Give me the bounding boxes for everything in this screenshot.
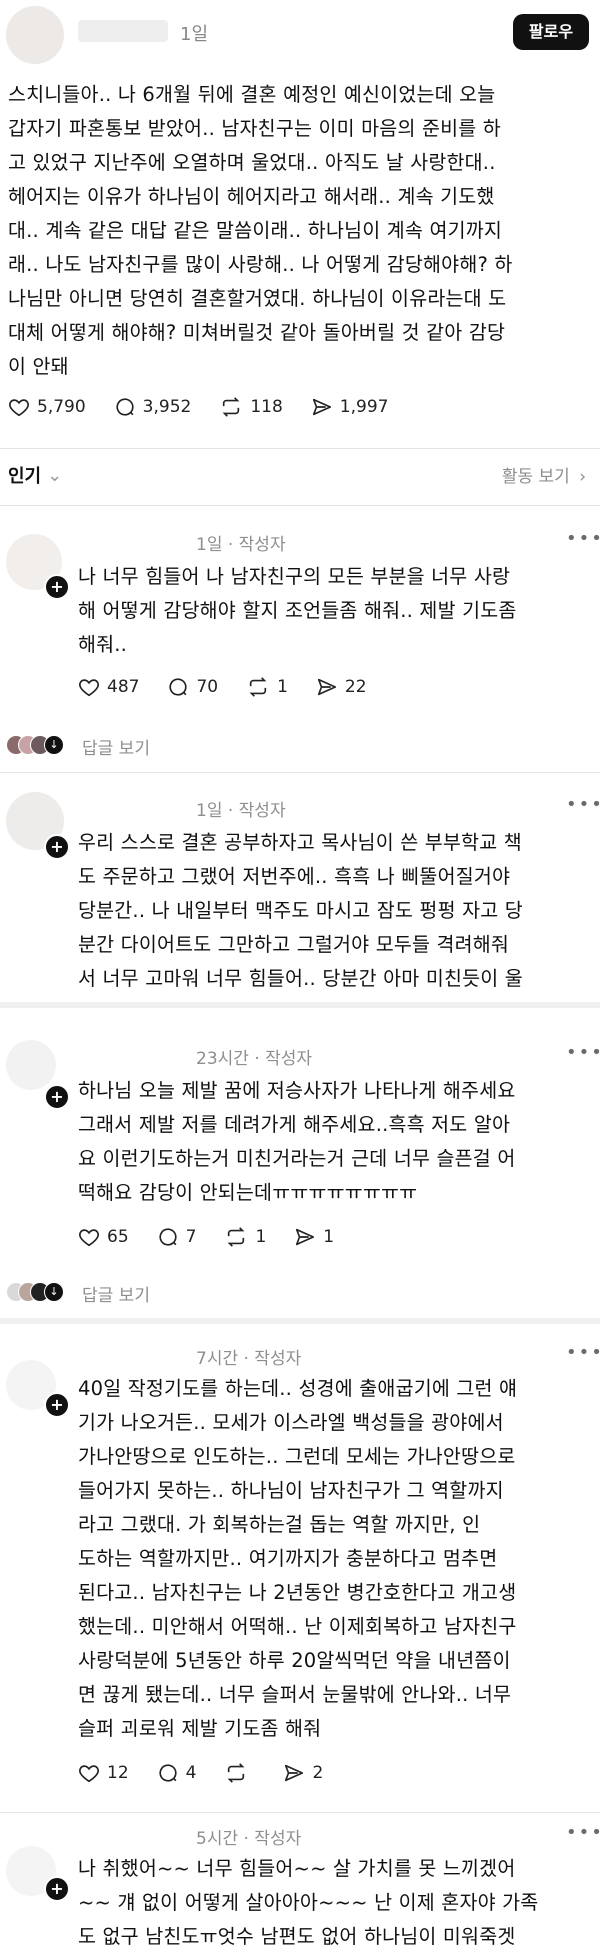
repost-count: 1 xyxy=(255,1227,267,1247)
repost-button[interactable]: 1 xyxy=(224,1226,266,1248)
plus-icon[interactable]: + xyxy=(44,1392,70,1418)
repost-button[interactable] xyxy=(224,1762,255,1784)
share-button[interactable]: 22 xyxy=(316,676,367,698)
like-button[interactable]: 65 xyxy=(78,1226,129,1248)
share-count: 22 xyxy=(344,677,367,697)
comment-button[interactable]: 70 xyxy=(167,676,218,698)
reply-text: 나 너무 힘들어 나 남자친구의 모든 부분을 너무 사랑 해 어떻게 감당해야… xyxy=(78,565,517,656)
author-name-redacted xyxy=(78,20,168,42)
share-count: 1 xyxy=(323,1227,335,1247)
view-replies-link[interactable]: 답글 보기 xyxy=(82,1281,150,1306)
heart-icon xyxy=(79,1229,99,1247)
divider xyxy=(0,1002,600,1008)
speech-bubble-icon xyxy=(169,678,188,696)
like-button[interactable]: 487 xyxy=(78,676,139,698)
share-count: 2 xyxy=(312,1763,324,1783)
reply-time: 1일 · 작성자 xyxy=(196,535,286,555)
view-replies-link[interactable]: 답글 보기 xyxy=(82,734,150,759)
sort-label: 인기 xyxy=(8,466,42,487)
like-button[interactable]: 5,790 xyxy=(8,396,86,418)
chevron-right-icon: › xyxy=(579,467,586,487)
reply-text: 40일 작정기도를 하는데.. 성경에 출애굽기에 그런 얘 기가 나오거든..… xyxy=(78,1377,518,1740)
reply-time: 5시간 · 작성자 xyxy=(196,1829,302,1849)
reply-actions: 487 70 1 22 xyxy=(78,676,395,698)
divider xyxy=(0,1318,600,1324)
activity-label: 활동 보기 xyxy=(501,467,570,487)
more-dots-icon[interactable]: ••• xyxy=(566,1822,600,1843)
divider xyxy=(0,448,600,449)
speech-bubble-icon xyxy=(159,1228,177,1246)
more-dots-icon[interactable]: ••• xyxy=(566,528,600,549)
reply-time: 7시간 · 작성자 xyxy=(196,1349,302,1369)
chevron-down-icon: ↓ xyxy=(44,1282,64,1302)
repost-arrows-icon xyxy=(228,1227,245,1247)
author-avatar[interactable] xyxy=(6,6,64,64)
reply-time: 1일 · 작성자 xyxy=(196,801,286,821)
more-dots-icon[interactable]: ••• xyxy=(566,1042,600,1063)
heart-icon xyxy=(9,399,29,417)
plus-icon[interactable]: + xyxy=(44,1084,70,1110)
divider xyxy=(0,505,600,506)
plus-icon[interactable]: + xyxy=(44,1876,70,1902)
send-arrow-icon xyxy=(296,1228,315,1246)
post-text: 스치니들아.. 나 6개월 뒤에 결혼 예정인 예신이었는데 오늘 갑자기 파혼… xyxy=(8,83,513,378)
like-count: 65 xyxy=(107,1227,129,1247)
like-button[interactable]: 12 xyxy=(78,1762,129,1784)
reply-text: 하나님 오늘 제발 꿈에 저승사자가 나타나게 해주세요 그래서 제발 저를 데… xyxy=(78,1079,516,1204)
activity-link[interactable]: 활동 보기 › xyxy=(502,462,586,487)
speech-bubble-icon xyxy=(116,398,134,416)
share-button[interactable]: 1 xyxy=(294,1226,334,1248)
repost-arrows-icon xyxy=(249,677,267,697)
post-time: 1일 xyxy=(180,24,209,45)
reply-time: 23시간 · 작성자 xyxy=(196,1049,313,1069)
comment-button[interactable]: 7 xyxy=(157,1226,197,1248)
reply-actions: 65 7 1 1 xyxy=(78,1226,362,1248)
send-arrow-icon xyxy=(312,398,331,416)
repost-count: 1 xyxy=(277,677,288,697)
more-dots-icon[interactable]: ••• xyxy=(566,1342,600,1363)
share-button[interactable]: 1,997 xyxy=(311,396,389,418)
repost-button[interactable]: 1 xyxy=(246,676,288,698)
heart-icon xyxy=(79,679,99,697)
plus-icon[interactable]: + xyxy=(44,574,70,600)
reply-avatar[interactable] xyxy=(6,1040,56,1090)
speech-bubble-icon xyxy=(159,1764,177,1782)
reply-actions: 12 4 2 xyxy=(78,1762,351,1784)
repost-arrows-icon xyxy=(222,397,240,417)
repost-button[interactable]: 118 xyxy=(219,396,283,418)
post-actions: 5,790 3,952 118 1,997 xyxy=(8,396,416,418)
heart-icon xyxy=(79,1765,99,1783)
comment-count: 3,952 xyxy=(142,397,192,417)
repost-arrows-icon xyxy=(228,1763,245,1783)
follow-button[interactable]: 팔로우 xyxy=(513,14,589,50)
comment-button[interactable]: 4 xyxy=(157,1762,197,1784)
chevron-down-icon: ↓ xyxy=(44,735,64,755)
like-count: 5,790 xyxy=(37,397,86,417)
comment-button[interactable]: 3,952 xyxy=(114,396,192,418)
share-button[interactable]: 2 xyxy=(283,1762,323,1784)
share-count: 1,997 xyxy=(339,397,389,417)
comment-count: 7 xyxy=(185,1227,197,1247)
repost-count: 118 xyxy=(250,397,283,417)
divider xyxy=(0,1812,600,1813)
sort-dropdown[interactable]: 인기 ⌄ xyxy=(8,462,62,488)
reply-text: 나 취했어~~ 너무 힘들어~~ 살 가치를 못 느끼겠어 ~~ 걔 없이 어떻… xyxy=(78,1857,539,1948)
send-arrow-icon xyxy=(317,678,336,696)
divider xyxy=(0,772,600,773)
plus-icon[interactable]: + xyxy=(44,834,70,860)
comment-count: 4 xyxy=(185,1763,197,1783)
comment-count: 70 xyxy=(196,677,219,697)
chevron-down-icon: ⌄ xyxy=(47,464,63,486)
reply-text: 우리 스스로 결혼 공부하자고 목사님이 쓴 부부학교 책 도 주문하고 그랬어… xyxy=(78,831,523,990)
like-count: 12 xyxy=(107,1763,129,1783)
more-dots-icon[interactable]: ••• xyxy=(566,794,600,815)
send-arrow-icon xyxy=(285,1764,304,1782)
like-count: 487 xyxy=(107,677,140,697)
